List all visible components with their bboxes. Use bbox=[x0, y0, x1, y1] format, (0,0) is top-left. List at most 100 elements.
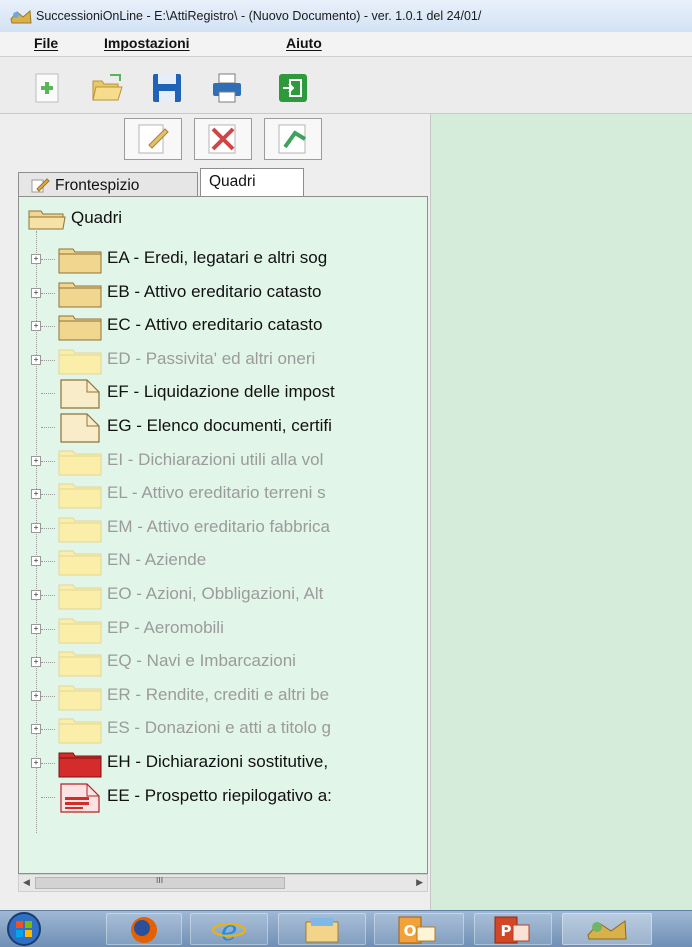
expand-icon[interactable]: + bbox=[31, 455, 41, 466]
expand-icon[interactable]: + bbox=[31, 321, 41, 332]
expand-icon[interactable]: + bbox=[31, 690, 41, 701]
folder-icon bbox=[58, 718, 102, 744]
tab-quadri[interactable]: Quadri bbox=[200, 168, 304, 196]
taskbar-outlook[interactable]: O bbox=[374, 913, 464, 945]
save-icon[interactable] bbox=[150, 71, 184, 105]
tab-quadri-label: Quadri bbox=[209, 173, 256, 190]
tree-item[interactable]: + EP - Aeromobili bbox=[19, 611, 427, 645]
folder-icon bbox=[58, 618, 102, 644]
confirm-icon[interactable] bbox=[264, 118, 322, 160]
tree-item[interactable]: + EH - Dichiarazioni sostitutive, bbox=[19, 745, 427, 779]
tree-item[interactable]: + EM - Attivo ereditario fabbrica bbox=[19, 510, 427, 544]
successioni-app-icon bbox=[587, 920, 627, 940]
outlook-icon: O bbox=[398, 916, 436, 944]
tree-connector bbox=[41, 595, 55, 596]
app-icon bbox=[10, 9, 32, 24]
new-document-icon[interactable] bbox=[30, 71, 64, 105]
scrollbar-thumb[interactable]: III bbox=[35, 876, 285, 889]
expand-icon[interactable]: + bbox=[31, 522, 41, 533]
tree-item[interactable]: EG - Elenco documenti, certifi bbox=[19, 409, 427, 443]
tree-connector bbox=[41, 494, 55, 496]
tree-item[interactable]: + EO - Azioni, Obbligazioni, Alt bbox=[19, 577, 427, 611]
tree-item-label: EM - Attivo ereditario fabbrica bbox=[107, 516, 330, 536]
tree-connector bbox=[41, 292, 55, 294]
tree-item[interactable]: + ED - Passivita' ed altri oneri bbox=[19, 342, 427, 376]
open-folder-icon[interactable] bbox=[90, 71, 124, 105]
tree-item[interactable]: + EA - Eredi, legatari e altri sog bbox=[19, 241, 427, 275]
print-icon[interactable] bbox=[210, 71, 244, 105]
menu-file[interactable]: File bbox=[34, 35, 58, 51]
menu-aiuto[interactable]: Aiuto bbox=[286, 35, 322, 51]
scroll-right-arrow-icon[interactable]: ▶ bbox=[416, 878, 423, 888]
expand-icon[interactable]: + bbox=[31, 758, 41, 768]
taskbar-file-explorer[interactable] bbox=[278, 913, 366, 945]
expand-icon[interactable]: + bbox=[31, 657, 41, 668]
folder-icon bbox=[58, 651, 102, 677]
tree-item-label: EL - Attivo ereditario terreni s bbox=[107, 483, 326, 503]
tree-connector bbox=[41, 427, 55, 428]
tree-item[interactable]: + EQ - Navi e Imbarcazioni bbox=[19, 644, 427, 678]
tree-item-label: EO - Azioni, Obbligazioni, Alt bbox=[107, 584, 324, 603]
tree-connector bbox=[41, 359, 55, 361]
tree-item[interactable]: + EC - Attivo ereditario catasto bbox=[19, 308, 427, 342]
menu-impostazioni[interactable]: Impostazioni bbox=[104, 35, 190, 51]
red-document-icon bbox=[60, 782, 100, 813]
folder-icon bbox=[58, 450, 102, 476]
folder-open-icon bbox=[28, 210, 66, 230]
expand-icon[interactable]: + bbox=[31, 287, 41, 298]
tab-frontespizio[interactable]: Frontespizio bbox=[18, 172, 198, 196]
tree-item[interactable]: + EN - Aziende bbox=[19, 543, 427, 577]
folder-icon bbox=[58, 349, 102, 375]
tree-item[interactable]: EE - Prospetto riepilogativo a: bbox=[19, 779, 427, 813]
taskbar-powerpoint[interactable]: P bbox=[474, 913, 552, 945]
window-title: SuccessioniOnLine - E:\AttiRegistro\ - (… bbox=[36, 9, 482, 23]
taskbar-successioni[interactable] bbox=[562, 913, 652, 945]
tree-connector bbox=[41, 561, 55, 563]
tree-item[interactable]: + EI - Dichiarazioni utili alla vol bbox=[19, 443, 427, 477]
svg-text:P: P bbox=[501, 922, 512, 940]
pencil-icon bbox=[31, 178, 50, 193]
expand-icon[interactable]: + bbox=[31, 254, 41, 264]
edit-icon[interactable] bbox=[124, 118, 182, 160]
content-area bbox=[431, 114, 692, 910]
folder-icon bbox=[58, 584, 102, 610]
tree-item[interactable]: + EB - Attivo ereditario catasto bbox=[19, 275, 427, 309]
tree-item[interactable]: + ER - Rendite, crediti e altri be bbox=[19, 678, 427, 712]
tree-connector bbox=[41, 695, 55, 697]
expand-icon[interactable]: + bbox=[31, 724, 41, 735]
tree-connector bbox=[41, 662, 55, 664]
tree-item-label: EG - Elenco documenti, certifi bbox=[107, 416, 332, 435]
taskbar-firefox[interactable] bbox=[106, 913, 182, 945]
tree-item-label: EQ - Navi e Imbarcazioni bbox=[107, 651, 296, 671]
powerpoint-icon: P bbox=[494, 916, 530, 944]
expand-icon[interactable]: + bbox=[31, 489, 41, 500]
tab-frontespizio-label: Frontespizio bbox=[55, 177, 140, 194]
delete-icon[interactable] bbox=[194, 118, 252, 160]
document-icon bbox=[60, 379, 100, 409]
folder-icon bbox=[58, 550, 102, 576]
exit-icon[interactable] bbox=[276, 71, 310, 105]
tree-item-label: EI - Dichiarazioni utili alla vol bbox=[107, 449, 324, 469]
tree-item[interactable]: + EL - Attivo ereditario terreni s bbox=[19, 476, 427, 510]
expand-icon[interactable]: + bbox=[31, 354, 41, 365]
folder-icon bbox=[58, 248, 102, 274]
horizontal-scrollbar[interactable]: ◀ III ▶ bbox=[18, 874, 428, 892]
tree-item[interactable]: + ES - Donazioni e atti a titolo g bbox=[19, 711, 427, 745]
folder-icon bbox=[58, 483, 102, 509]
expand-icon[interactable]: + bbox=[31, 590, 41, 600]
tree-item-label: EC - Attivo ereditario catasto bbox=[107, 315, 323, 335]
taskbar-internet-explorer[interactable]: e bbox=[190, 913, 268, 945]
expand-icon[interactable]: + bbox=[31, 556, 41, 567]
left-panel: Frontespizio Quadri Quadri + EA - Eredi, … bbox=[0, 114, 431, 910]
tree-toolbar bbox=[0, 114, 430, 166]
tree-connector bbox=[41, 460, 55, 462]
tree-connector bbox=[41, 796, 55, 798]
start-orb-icon[interactable] bbox=[4, 911, 44, 947]
expand-icon[interactable]: + bbox=[31, 623, 41, 634]
scroll-left-arrow-icon[interactable]: ◀ bbox=[23, 878, 30, 888]
tree-item-label: EH - Dichiarazioni sostitutive, bbox=[107, 752, 329, 771]
tree-connector bbox=[41, 628, 55, 630]
quadri-tree[interactable]: Quadri + EA - Eredi, legatari e altri sog… bbox=[18, 196, 428, 874]
tree-item[interactable]: EF - Liquidazione delle impost bbox=[19, 375, 427, 409]
tree-item-label: EA - Eredi, legatari e altri sog bbox=[107, 248, 328, 267]
